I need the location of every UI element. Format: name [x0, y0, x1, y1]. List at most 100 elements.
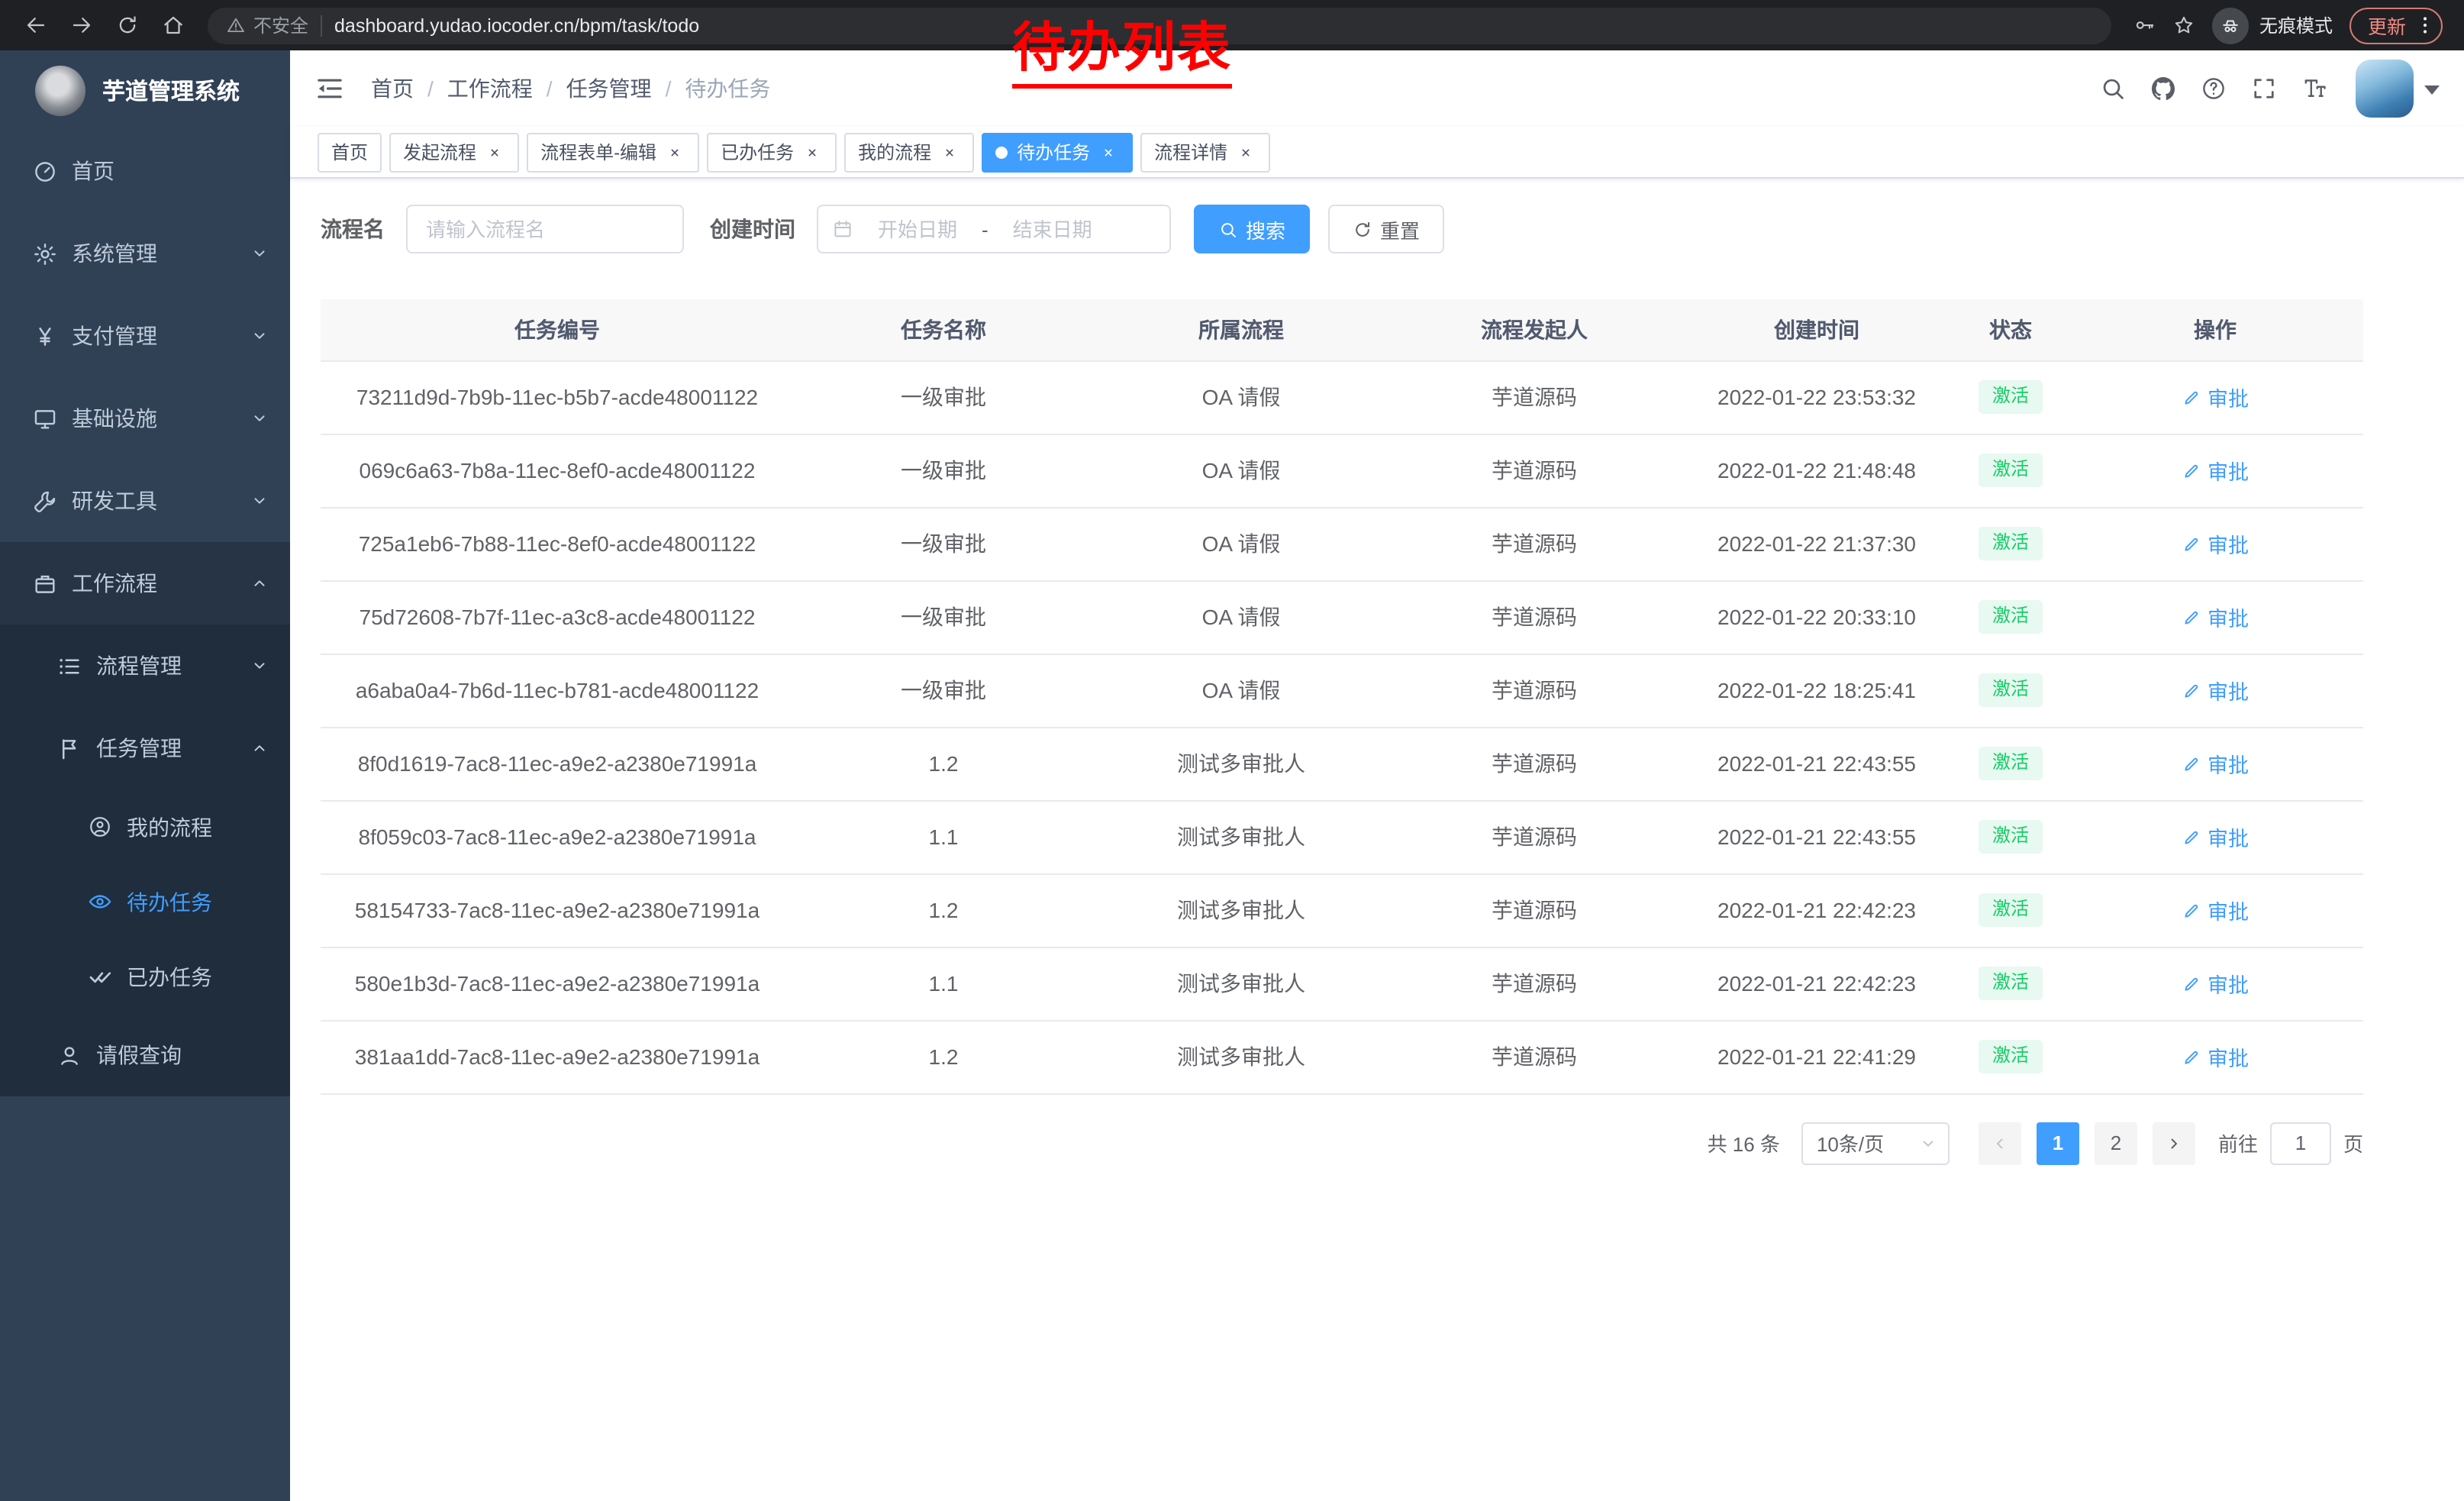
approve-link[interactable]: 审批	[2182, 748, 2249, 779]
help-icon[interactable]	[2200, 75, 2227, 102]
sidebar-item-home[interactable]: 首页	[0, 130, 290, 212]
tag-close-icon[interactable]	[1235, 141, 1256, 163]
process-name-input[interactable]	[406, 205, 684, 253]
approve-link[interactable]: 审批	[2182, 675, 2249, 705]
approve-link[interactable]: 审批	[2182, 455, 2249, 486]
forward-icon	[69, 14, 92, 37]
page-button-2[interactable]: 2	[2095, 1122, 2137, 1164]
breadcrumb-separator: /	[547, 76, 553, 101]
cell-create-time: 2022-01-21 22:43:55	[1679, 727, 1954, 800]
cell-process: OA 请假	[1093, 580, 1389, 654]
font-size-icon[interactable]	[2301, 75, 2328, 102]
pagination: 共 16 条 10条/页 1 2 前往 页	[321, 1122, 2363, 1164]
approve-link[interactable]: 审批	[2182, 895, 2249, 925]
browser-forward-button[interactable]	[61, 5, 101, 45]
tag-form-edit[interactable]: 流程表单-编辑	[527, 132, 699, 172]
reset-button[interactable]: 重置	[1328, 205, 1444, 253]
search-icon[interactable]	[2099, 75, 2127, 102]
cell-task-id: 580e1b3d-7ac8-11ec-a9e2-a2380e71991a	[321, 947, 794, 1020]
breadcrumb-separator: /	[666, 76, 672, 101]
cell-task-id: 725a1eb6-7b88-11ec-8ef0-acde48001122	[321, 507, 794, 580]
page-button-1[interactable]: 1	[2037, 1122, 2079, 1164]
approve-link[interactable]: 审批	[2182, 968, 2249, 999]
goto-page-input[interactable]	[2270, 1122, 2331, 1164]
breadcrumb-item-workflow[interactable]: 工作流程	[447, 73, 533, 104]
user-avatar-menu[interactable]	[2356, 60, 2440, 118]
search-button[interactable]: 搜索	[1194, 205, 1310, 253]
tag-label: 首页	[331, 139, 368, 165]
tag-home[interactable]: 首页	[318, 132, 382, 172]
prev-page-button[interactable]	[1979, 1122, 2021, 1164]
search-button-label: 搜索	[1246, 215, 1285, 244]
tag-close-icon[interactable]	[1098, 141, 1119, 163]
tag-close-icon[interactable]	[801, 141, 823, 163]
sidebar-item-leave-query[interactable]: 请假查询	[0, 1014, 290, 1096]
tag-close-icon[interactable]	[664, 141, 685, 163]
github-icon[interactable]	[2150, 75, 2177, 102]
status-badge: 激活	[1979, 747, 2043, 780]
browser-menu-dots-icon[interactable]	[2414, 14, 2437, 37]
cell-initiator: 芋道源码	[1389, 800, 1679, 873]
cell-status: 激活	[1954, 873, 2067, 947]
sidebar-item-process-mgmt[interactable]: 流程管理	[0, 625, 290, 707]
active-dot	[995, 146, 1008, 158]
tag-done-task[interactable]: 已办任务	[707, 132, 837, 172]
password-key-icon[interactable]	[2133, 14, 2156, 37]
wrench-icon	[32, 488, 58, 514]
app-frame: 芋道管理系统 首页 系统管理 支付管理	[0, 50, 2464, 1501]
approve-link[interactable]: 审批	[2182, 528, 2249, 559]
date-range-picker[interactable]: -	[817, 205, 1171, 253]
sidebar-item-task-mgmt[interactable]: 任务管理	[0, 707, 290, 789]
sidebar-toggle-icon[interactable]	[314, 73, 345, 104]
sidebar-item-todo-task[interactable]: 待办任务	[0, 864, 290, 939]
browser-reload-button[interactable]	[107, 5, 147, 45]
approve-link[interactable]: 审批	[2182, 382, 2249, 412]
tag-label: 发起流程	[403, 139, 476, 165]
approve-link[interactable]: 审批	[2182, 602, 2249, 632]
browser-back-button[interactable]	[15, 5, 55, 45]
tag-label: 待办任务	[1017, 139, 1090, 165]
cell-task-id: a6aba0a4-7b6d-11ec-b781-acde48001122	[321, 654, 794, 727]
cell-create-time: 2022-01-22 23:53:32	[1679, 360, 1954, 434]
cell-action: 审批	[2067, 580, 2363, 654]
tag-close-icon[interactable]	[939, 141, 960, 163]
col-status: 状态	[1954, 299, 2067, 360]
breadcrumb-separator: /	[427, 76, 434, 101]
breadcrumb-item-task-mgmt[interactable]: 任务管理	[566, 73, 652, 104]
tag-my-process[interactable]: 我的流程	[844, 132, 974, 172]
security-indicator[interactable]: 不安全	[226, 12, 308, 38]
start-date-input[interactable]	[859, 218, 976, 240]
sidebar-item-my-process[interactable]: 我的流程	[0, 789, 290, 864]
status-badge: 激活	[1979, 820, 2043, 853]
warning-icon	[226, 15, 246, 35]
cell-process: 测试多审批人	[1093, 727, 1389, 800]
end-date-input[interactable]	[995, 218, 1111, 240]
tag-process-detail[interactable]: 流程详情	[1140, 132, 1270, 172]
app-logo[interactable]: 芋道管理系统	[0, 50, 290, 130]
tag-close-icon[interactable]	[484, 141, 505, 163]
fullscreen-icon[interactable]	[2250, 75, 2278, 102]
cell-action: 审批	[2067, 947, 2363, 1020]
approve-link[interactable]: 审批	[2182, 822, 2249, 852]
sidebar-item-workflow[interactable]: 工作流程	[0, 542, 290, 625]
next-page-button[interactable]	[2153, 1122, 2195, 1164]
page-size-select[interactable]: 10条/页	[1801, 1122, 1950, 1164]
browser-home-button[interactable]	[153, 5, 192, 45]
sidebar-item-devtools[interactable]: 研发工具	[0, 460, 290, 542]
incognito-label: 无痕模式	[2259, 12, 2333, 38]
browser-update-button[interactable]: 更新	[2350, 7, 2443, 44]
breadcrumb-item-home[interactable]: 首页	[371, 73, 414, 104]
approve-link[interactable]: 审批	[2182, 1041, 2249, 1072]
sidebar-item-label: 待办任务	[127, 886, 212, 917]
sidebar-item-done-task[interactable]: 已办任务	[0, 939, 290, 1014]
cell-process: OA 请假	[1093, 360, 1389, 434]
reset-button-label: 重置	[1380, 215, 1420, 244]
tag-todo-task-active[interactable]: 待办任务	[982, 132, 1133, 172]
tag-start-process[interactable]: 发起流程	[389, 132, 519, 172]
sidebar-item-infra[interactable]: 基础设施	[0, 377, 290, 460]
sidebar-item-system[interactable]: 系统管理	[0, 212, 290, 295]
cell-task-name: 1.1	[794, 800, 1093, 873]
bookmark-star-icon[interactable]	[2172, 14, 2195, 37]
eye-icon	[87, 889, 113, 915]
sidebar-item-payment[interactable]: 支付管理	[0, 295, 290, 377]
